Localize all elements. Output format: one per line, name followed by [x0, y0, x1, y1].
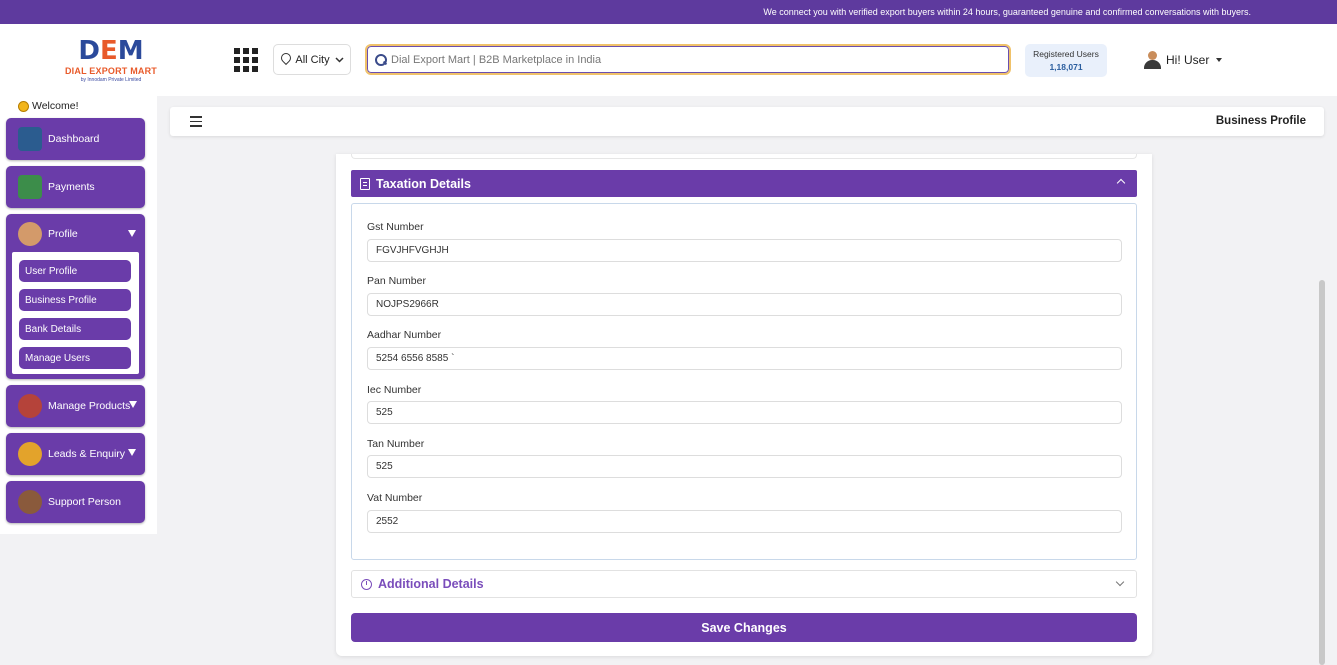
sidebar-item-label: Support Person	[48, 496, 121, 508]
pan-number-label: Pan Number	[367, 275, 426, 287]
chevron-up-icon	[1116, 178, 1126, 188]
sidebar-item-support-person[interactable]: Support Person	[6, 481, 145, 523]
content-header-bar: Business Profile	[170, 107, 1324, 136]
additional-details-title: Additional Details	[378, 577, 484, 591]
additional-details-header[interactable]: Additional Details	[351, 570, 1137, 598]
page-title: Business Profile	[1215, 115, 1306, 127]
tan-number-label: Tan Number	[367, 438, 425, 450]
monitor-icon	[18, 127, 42, 151]
vat-number-input[interactable]	[367, 510, 1122, 533]
welcome-text: Welcome!	[32, 100, 79, 112]
sidebar: Welcome! Dashboard Payments Profile User…	[0, 96, 157, 534]
vat-number-label: Vat Number	[367, 492, 423, 504]
submenu-bank-details[interactable]: Bank Details	[19, 318, 131, 340]
clock-icon	[361, 578, 372, 590]
sidebar-item-label: Payments	[48, 181, 95, 193]
iec-number-label: Iec Number	[367, 384, 422, 396]
sidebar-item-manage-products[interactable]: Manage Products	[6, 385, 145, 427]
submenu-manage-users[interactable]: Manage Users	[19, 347, 131, 369]
taxation-details-body: Gst Number Pan Number Aadhar Number Iec …	[351, 203, 1137, 560]
submenu-user-profile[interactable]: User Profile	[19, 260, 131, 282]
sidebar-item-label: Dashboard	[48, 133, 100, 145]
aadhar-number-input[interactable]	[367, 347, 1122, 370]
announcement-bar: We connect you with verified export buye…	[0, 0, 1337, 24]
location-pin-icon	[280, 53, 290, 66]
sidebar-item-payments[interactable]: Payments	[6, 166, 145, 208]
sidebar-item-label: Profile	[48, 228, 78, 240]
dial-export-mart-logo[interactable]: DEM DIAL EXPORT MART by Innodam Private …	[60, 36, 162, 84]
caret-down-icon	[1216, 58, 1223, 62]
search-bar	[365, 44, 1011, 75]
apps-grid-icon[interactable]	[234, 48, 258, 72]
section-title: Taxation Details	[376, 176, 471, 191]
payment-icon	[18, 175, 42, 199]
sidebar-group-profile: Profile User Profile Business Profile Ba…	[6, 214, 145, 379]
document-icon	[360, 177, 370, 190]
site-header: DEM DIAL EXPORT MART by Innodam Private …	[0, 24, 1337, 96]
user-greeting: Hi! User	[1166, 53, 1210, 67]
registered-users-count: 1,18,071	[1049, 62, 1083, 72]
announcement-text: We connect you with verified export buye…	[763, 7, 1251, 17]
pan-number-input[interactable]	[367, 293, 1122, 316]
gst-number-label: Gst Number	[367, 221, 424, 233]
sidebar-item-label: Manage Products	[48, 400, 131, 412]
smiley-icon	[18, 100, 29, 112]
iec-number-input[interactable]	[367, 401, 1122, 424]
gst-number-input[interactable]	[367, 239, 1122, 262]
chevron-down-icon	[335, 56, 344, 63]
expand-arrow-icon	[129, 401, 137, 408]
business-profile-card: Taxation Details Gst Number Pan Number A…	[336, 154, 1152, 656]
expand-arrow-icon	[128, 449, 136, 456]
city-selector[interactable]: All City	[273, 44, 351, 75]
search-input[interactable]	[391, 53, 991, 66]
registered-users-label: Registered Users	[1033, 49, 1099, 59]
logo-subtext: by Innodam Private Limited	[80, 77, 142, 83]
previous-section-edge	[351, 154, 1137, 159]
support-agent-icon	[18, 490, 42, 514]
chevron-down-icon	[1115, 577, 1125, 587]
search-icon	[375, 53, 387, 66]
city-label: All City	[295, 53, 330, 66]
submenu-business-profile[interactable]: Business Profile	[19, 289, 131, 311]
sidebar-item-label: Leads & Enquiry	[48, 448, 126, 460]
taxation-details-header[interactable]: Taxation Details	[351, 170, 1137, 197]
user-menu[interactable]: Hi! User	[1142, 50, 1223, 70]
products-basket-icon	[18, 394, 42, 418]
sidebar-item-profile[interactable]: Profile	[6, 214, 145, 254]
logo-text: DIAL EXPORT MART	[64, 66, 158, 76]
aadhar-number-label: Aadhar Number	[367, 329, 442, 341]
sidebar-item-dashboard[interactable]: Dashboard	[6, 118, 145, 160]
tan-number-input[interactable]	[367, 455, 1122, 478]
sidebar-item-leads-enquiry[interactable]: Leads & Enquiry	[6, 433, 145, 475]
user-avatar-icon	[1142, 50, 1162, 70]
logo-mark: DEM	[78, 36, 144, 66]
registered-users-badge: Registered Users 1,18,071	[1025, 44, 1107, 77]
hamburger-menu-icon[interactable]	[190, 116, 202, 128]
expand-arrow-icon	[128, 230, 136, 237]
magnet-icon	[18, 442, 42, 466]
profile-submenu: User Profile Business Profile Bank Detai…	[12, 252, 139, 374]
save-changes-button[interactable]: Save Changes	[351, 613, 1137, 642]
scrollbar-thumb[interactable]	[1319, 280, 1325, 665]
welcome-message: Welcome!	[18, 100, 79, 112]
person-icon	[18, 222, 42, 246]
